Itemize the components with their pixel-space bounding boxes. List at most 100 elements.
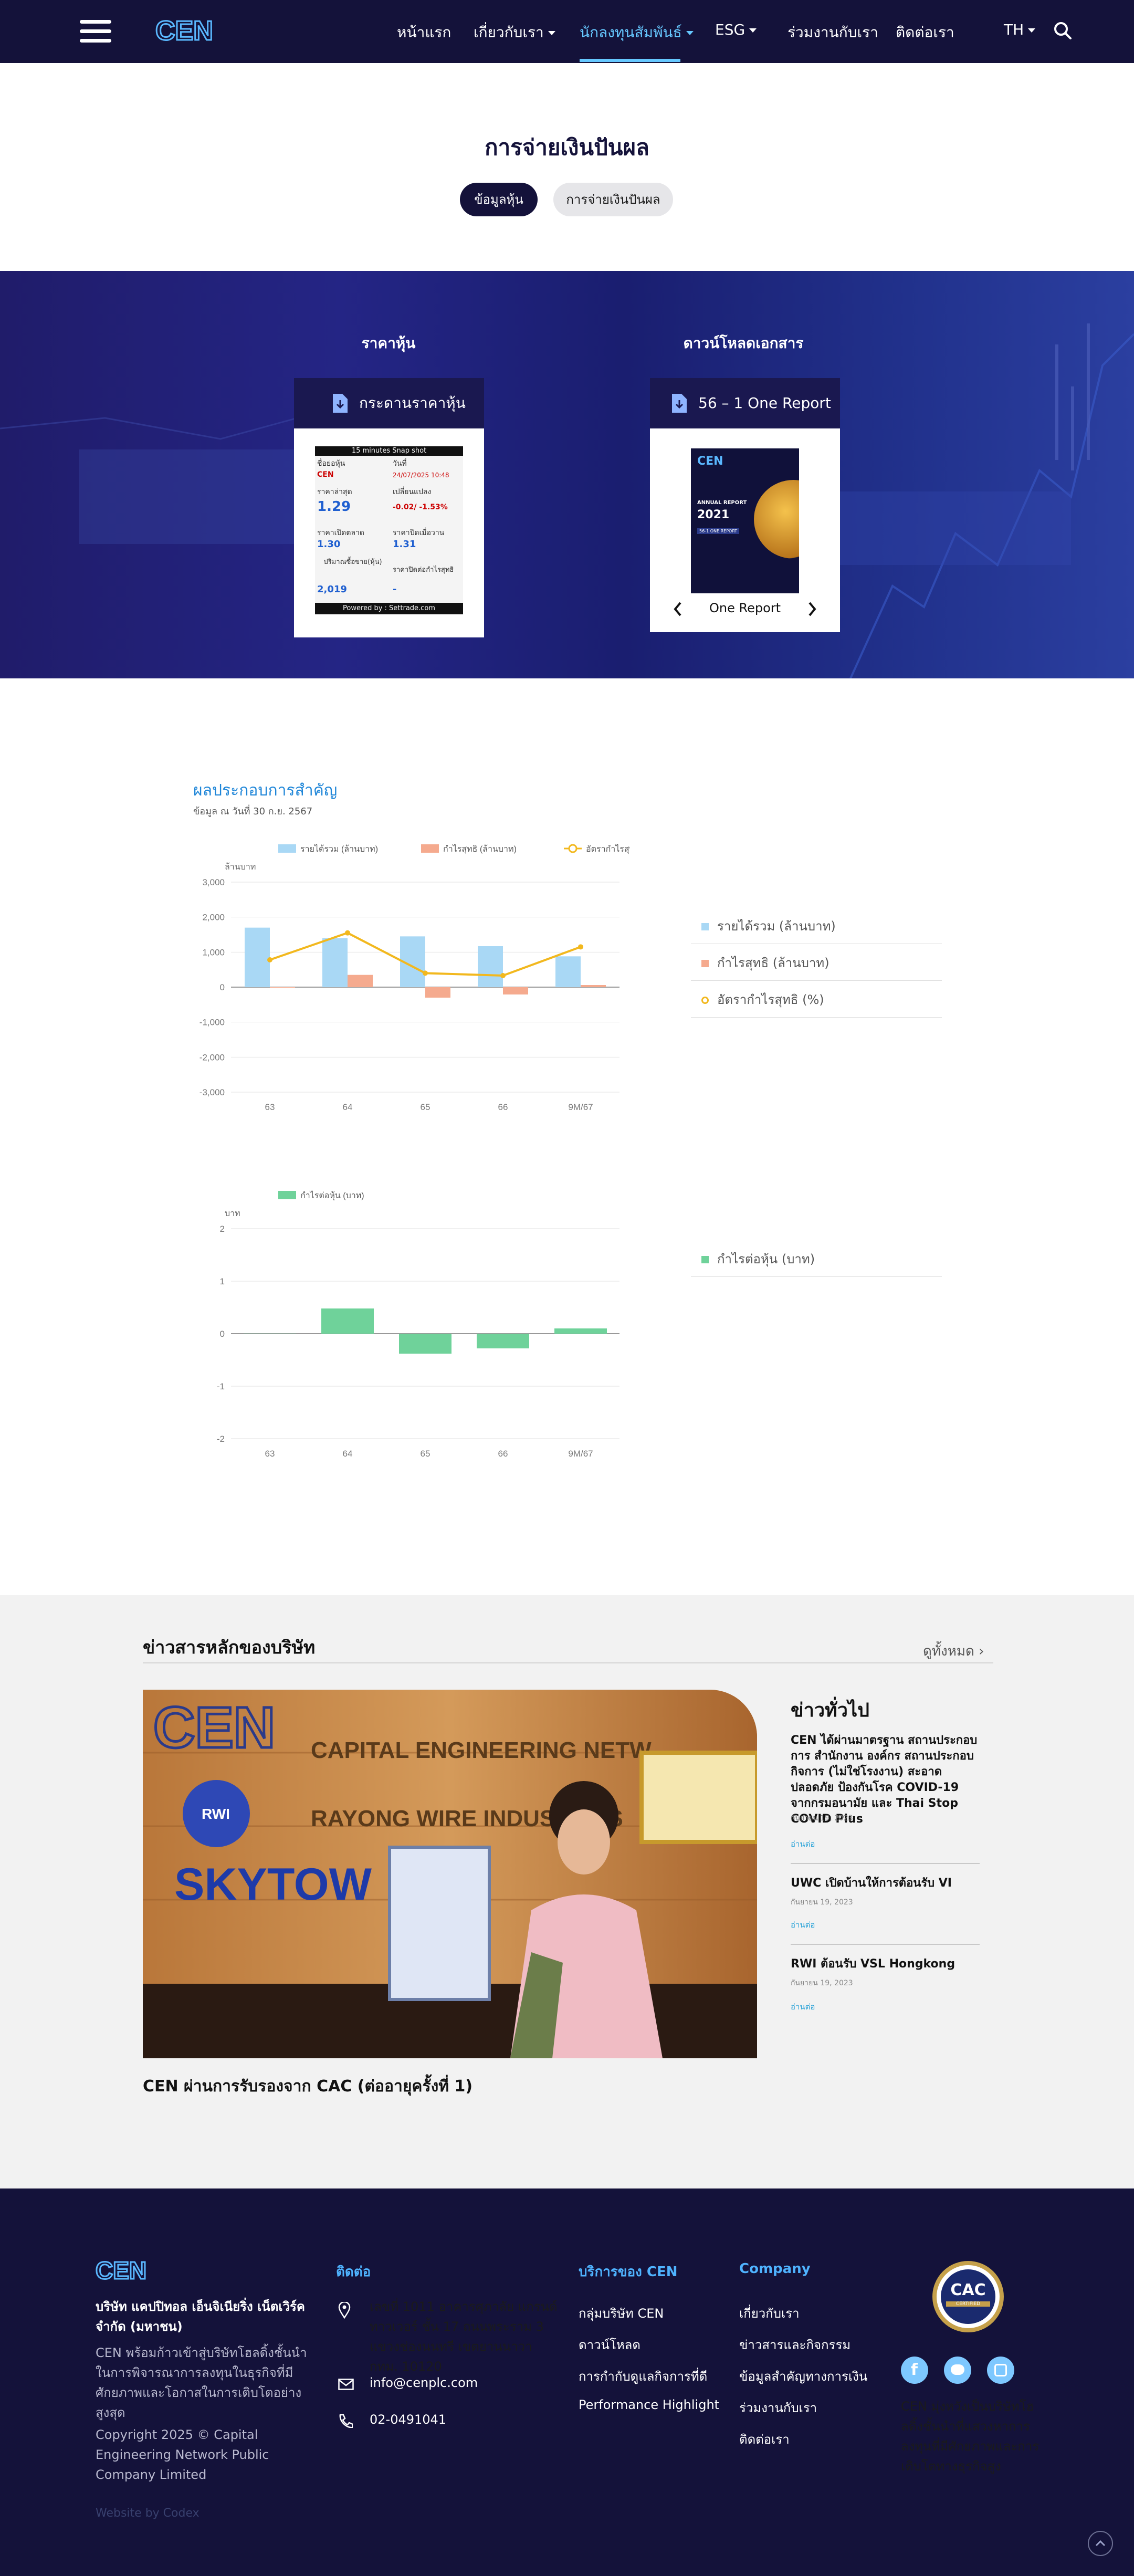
side-legend-profit[interactable]: กำไรสุทธิ (ล้านบาท) <box>691 945 942 981</box>
cen-logo[interactable]: CEN <box>155 15 213 48</box>
footer-link[interactable]: ติดต่อเรา <box>739 2429 790 2449</box>
side-legend-eps[interactable]: กำไรต่อหุ้น (บาท) <box>691 1241 942 1277</box>
side-legend-margin[interactable]: อัตรากำไรสุทธิ (%) <box>691 982 942 1018</box>
price-change: -0.02/ -1.53% <box>393 503 448 511</box>
stock-board-card-header[interactable]: กระดานราคาหุ้น <box>294 378 484 428</box>
open-price-label: ราคาเปิดตลาด <box>317 529 364 537</box>
location-pin-icon <box>338 2302 351 2319</box>
performance-chart: รายได้รวม (ล้านบาท) กำไรสุทธิ (ล้านบาท) อั… <box>200 844 630 1112</box>
x-tick-label: 64 <box>343 1102 353 1112</box>
side-legend-label: อัตรากำไรสุทธิ (%) <box>717 992 824 1007</box>
prev-close: 1.31 <box>393 539 416 550</box>
footer-phone[interactable]: 02-0491041 <box>370 2412 446 2427</box>
x-tick-label: 9M/67 <box>568 1449 593 1459</box>
chat-icon[interactable] <box>944 2357 971 2384</box>
footer-link[interactable]: ข่าวสารและกิจกรรม <box>739 2334 850 2355</box>
data-point <box>578 944 583 950</box>
footer-email[interactable]: info@cenplc.com <box>370 2375 478 2390</box>
footer-company-heading: Company <box>739 2261 811 2277</box>
powered-by-bar: Powered by : Settrade.com <box>315 603 463 614</box>
facebook-icon[interactable]: f <box>901 2357 928 2384</box>
nav-contact[interactable]: ติดต่อเรา <box>896 21 954 44</box>
menu-icon[interactable] <box>80 20 111 43</box>
nav-investor[interactable]: นักลงทุนสัมพันธ์ <box>580 21 694 44</box>
cover-graphic <box>754 480 799 559</box>
y-tick-label: -2,000 <box>200 1052 225 1062</box>
svg-text:SKYTOW: SKYTOW <box>174 1859 372 1910</box>
read-more-link[interactable]: อ่านต่อ <box>791 1919 815 1931</box>
read-more-link[interactable]: อ่านต่อ <box>791 2001 815 2013</box>
side-legend-revenue[interactable]: รายได้รวม (ล้านบาท) <box>691 908 942 944</box>
chevron-right-icon: › <box>979 1643 984 1659</box>
data-point <box>423 970 428 976</box>
footer-link[interactable]: กลุ่มบริษัท CEN <box>579 2303 664 2323</box>
footer-link[interactable]: Performance Highlight <box>579 2397 719 2412</box>
featured-news-photo[interactable]: CEN RWI CAPITAL ENGINEERING NETW RAYONG … <box>143 1690 757 2058</box>
language-switcher[interactable]: TH <box>1004 21 1036 38</box>
nav-investor-label: นักลงทุนสัมพันธ์ <box>580 24 682 41</box>
stock-board-title: กระดานราคาหุ้น <box>359 394 466 412</box>
stock-market-background <box>0 323 1134 678</box>
stock-board-card[interactable]: 15 minutes Snap shot ชื่อย่อหุ้น วันที่ … <box>294 428 484 637</box>
y-tick-label: 2 <box>220 1224 225 1234</box>
back-to-top-button[interactable] <box>1088 2531 1113 2556</box>
news-item-title[interactable]: UWC เปิดบ้านให้การต้อนรับ VI <box>791 1876 980 1891</box>
footer-link[interactable]: เกี่ยวกับเรา <box>739 2303 800 2323</box>
snapshot-label: 15 minutes Snap shot <box>351 447 427 455</box>
stock-table: ชื่อย่อหุ้น วันที่ CEN 24/07/2025 10:48 … <box>315 456 463 603</box>
youtube-icon[interactable] <box>987 2357 1014 2384</box>
x-tick-label: 66 <box>498 1449 508 1459</box>
nav-home[interactable]: หน้าแรก <box>397 21 451 44</box>
stock-date: 24/07/2025 10:48 <box>393 472 449 479</box>
y-tick-label: -2 <box>217 1434 225 1444</box>
x-tick-label: 65 <box>421 1102 430 1112</box>
stock-symbol: CEN <box>317 470 334 479</box>
divider <box>143 1662 993 1663</box>
y-axis-label: บาท <box>225 1209 240 1218</box>
legend-label: รายได้รวม (ล้านบาท) <box>300 844 378 854</box>
cac-label: CAC <box>950 2281 986 2299</box>
investor-band <box>0 271 1134 678</box>
nav-about[interactable]: เกี่ยวกับเรา <box>474 21 555 44</box>
cover-heading: ANNUAL REPORT <box>697 500 747 506</box>
news-item-title[interactable]: RWI ต้อนรับ VSL Hongkong <box>791 1956 980 1972</box>
chevron-right-icon[interactable] <box>807 602 817 616</box>
one-report-card[interactable]: CEN ANNUAL REPORT 2021 56-1 ONE REPORT O… <box>650 428 840 632</box>
legend-marker <box>568 844 578 853</box>
bar <box>503 987 528 994</box>
news-title: ข่าวสารหลักของบริษัท <box>143 1637 316 1658</box>
footer-link[interactable]: การกำกับดูแลกิจการที่ดี <box>579 2366 707 2386</box>
footer-tagline: CEN มุ่งหวังเป็นบริษัทโฮลดิ้งชั้นนำที่แส… <box>901 2399 1040 2474</box>
legend-swatch <box>701 923 709 930</box>
y-tick-label: 2,000 <box>202 913 225 923</box>
phone-icon <box>339 2414 353 2428</box>
featured-news-caption[interactable]: CEN ผ่านการรับรองจาก CAC (ต่ออายุครั้งที… <box>143 2074 472 2099</box>
see-all-link[interactable]: ดูทั้งหมด › <box>923 1640 984 1662</box>
footer-link[interactable]: ข้อมูลสำคัญทางการเงิน <box>739 2366 867 2386</box>
search-icon[interactable] <box>1053 21 1072 40</box>
tab-stock-info[interactable]: ข้อมูลหุ้น <box>460 183 538 216</box>
side-legend-label: รายได้รวม (ล้านบาท) <box>717 919 836 934</box>
footer-credit[interactable]: Website by Codex <box>96 2504 200 2523</box>
y-tick-label: 1 <box>220 1276 225 1286</box>
bar <box>478 946 503 987</box>
tab-dividend[interactable]: การจ่ายเงินปันผล <box>553 183 673 216</box>
nav-esg[interactable]: ESG <box>715 21 757 38</box>
change-label: เปลี่ยนแปลง <box>393 488 432 496</box>
cac-sub-label: CERTIFIED <box>946 2301 990 2307</box>
eps-chart: กำไรต่อหุ้น (บาท) บาท2 1 0 -1 -2 63 64 65 66 9M/67 <box>217 1190 620 1459</box>
annual-report-cover[interactable]: CEN ANNUAL REPORT 2021 56-1 ONE REPORT <box>691 448 799 593</box>
footer-logo[interactable]: CEN <box>96 2256 146 2285</box>
active-nav-indicator <box>580 59 680 62</box>
nav-careers[interactable]: ร่วมงานกับเรา <box>788 21 878 44</box>
x-tick-label: 64 <box>343 1449 353 1459</box>
last-price: 1.29 <box>317 499 351 515</box>
one-report-card-header[interactable]: 56 – 1 One Report <box>650 378 840 428</box>
footer-link[interactable]: ร่วมงานกับเรา <box>739 2397 817 2418</box>
read-more-link[interactable]: อ่านต่อ <box>791 1838 815 1850</box>
prev-close-label: ราคาปิดเมื่อวาน <box>393 529 445 537</box>
footer-link[interactable]: ดาวน์โหลด <box>579 2334 640 2355</box>
svg-text:CEN: CEN <box>96 2257 146 2284</box>
svg-text:CEN: CEN <box>153 1695 275 1760</box>
x-tick-label: 63 <box>265 1449 275 1459</box>
